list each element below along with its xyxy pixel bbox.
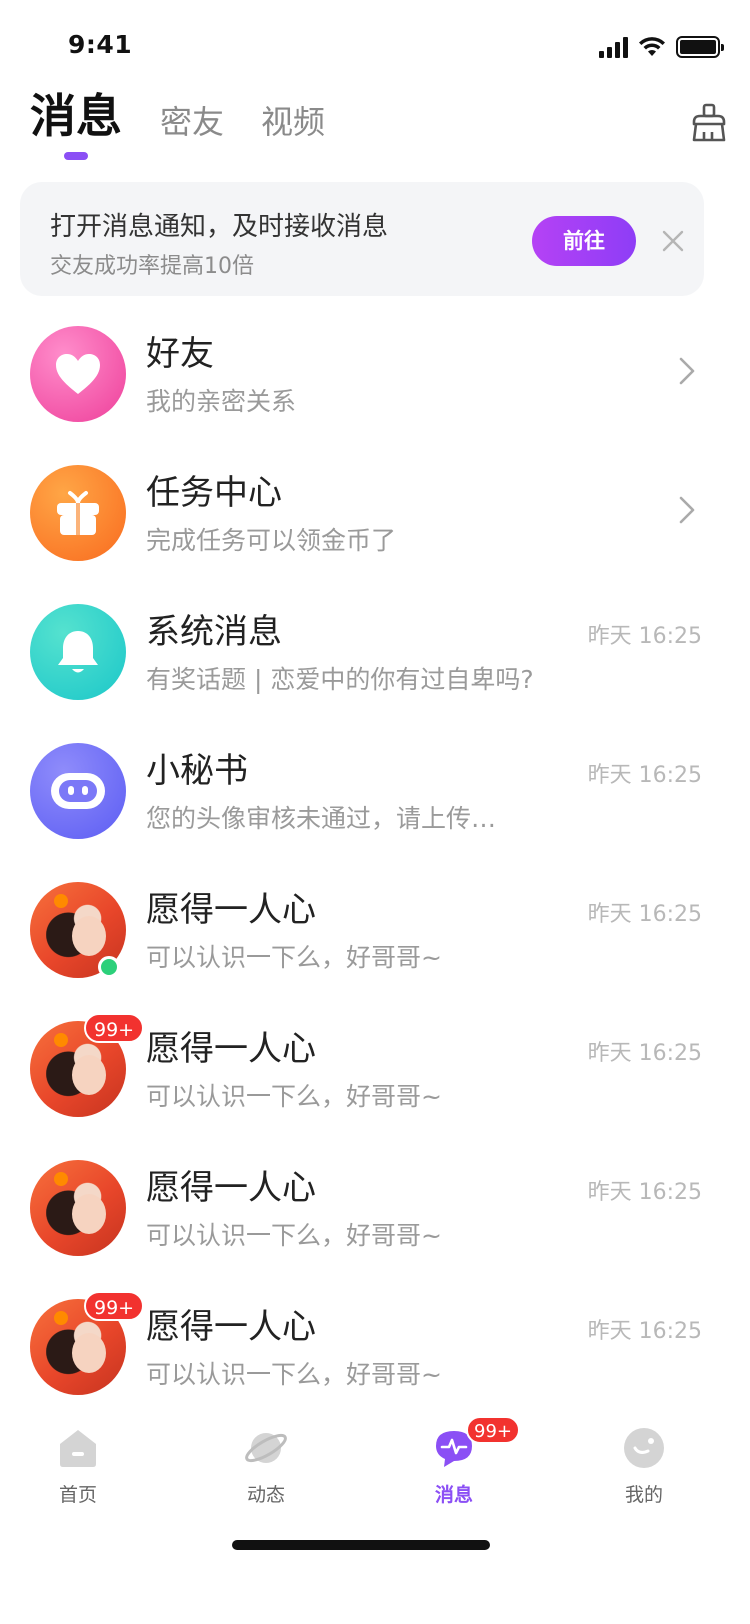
conversation-time: 昨天 16:25 bbox=[587, 1180, 702, 1205]
conversation-time: 昨天 16:25 bbox=[587, 624, 702, 649]
unread-badge: 99+ bbox=[84, 1013, 145, 1043]
conversation-title: 好友 bbox=[146, 334, 214, 374]
top-tabs: 消息 密友 视频 bbox=[30, 89, 730, 172]
chevron-right-icon bbox=[679, 496, 695, 524]
list-item-friends[interactable]: 好友 我的亲密关系 bbox=[0, 304, 750, 443]
status-bar: 9:41 bbox=[0, 0, 750, 88]
user-photo bbox=[30, 1160, 126, 1256]
status-icons bbox=[599, 34, 724, 58]
list-item-secretary[interactable]: 小秘书 您的头像审核未通过，请上传… 昨天 16:25 bbox=[0, 721, 750, 860]
conversation-list: 好友 我的亲密关系 任务中心 完成任务可以领金币了 系统消息 有奖话题 | 恋爱… bbox=[0, 304, 750, 1416]
conversation-title: 任务中心 bbox=[146, 473, 282, 513]
conversation-preview: 可以认识一下么，好哥哥~ bbox=[146, 1221, 442, 1250]
unread-badge: 99+ bbox=[84, 1291, 145, 1321]
conversation-title: 愿得一人心 bbox=[146, 1168, 316, 1208]
home-icon bbox=[60, 1430, 96, 1467]
notice-subtitle: 交友成功率提高10倍 bbox=[50, 254, 254, 279]
chevron-right-icon bbox=[679, 357, 695, 385]
nav-unread-badge: 99+ bbox=[466, 1416, 520, 1444]
conversation-preview: 有奖话题 | 恋爱中的你有过自卑吗? bbox=[146, 665, 534, 694]
avatar bbox=[30, 326, 126, 422]
list-item-user[interactable]: 愿得一人心 可以认识一下么，好哥哥~ 昨天 16:25 bbox=[0, 860, 750, 999]
avatar: 99+ bbox=[30, 1291, 145, 1395]
nav-feed[interactable]: 动态 bbox=[206, 1410, 326, 1520]
list-item-user[interactable]: 愿得一人心 可以认识一下么，好哥哥~ 昨天 16:25 bbox=[0, 1138, 750, 1277]
avatar: 99+ bbox=[30, 1013, 145, 1117]
nav-label: 动态 bbox=[246, 1484, 285, 1506]
avatar bbox=[30, 604, 126, 700]
bell-icon bbox=[58, 631, 98, 673]
close-icon[interactable] bbox=[658, 226, 688, 256]
list-item-user[interactable]: 99+ 愿得一人心 可以认识一下么，好哥哥~ 昨天 16:25 bbox=[0, 1277, 750, 1416]
conversation-title: 愿得一人心 bbox=[146, 890, 316, 930]
home-indicator bbox=[232, 1540, 490, 1550]
conversation-time: 昨天 16:25 bbox=[587, 902, 702, 927]
gift-icon bbox=[57, 491, 99, 535]
notice-title: 打开消息通知，及时接收消息 bbox=[50, 212, 389, 242]
conversation-time: 昨天 16:25 bbox=[587, 1041, 702, 1066]
signal-icon bbox=[599, 36, 628, 58]
profile-icon bbox=[624, 1428, 664, 1468]
avatar bbox=[30, 882, 126, 978]
conversation-title: 愿得一人心 bbox=[146, 1307, 316, 1347]
conversation-title: 系统消息 bbox=[146, 612, 282, 652]
online-status-dot bbox=[98, 956, 120, 978]
nav-label: 首页 bbox=[58, 1484, 97, 1506]
conversation-preview: 您的头像审核未通过，请上传… bbox=[146, 804, 497, 833]
nav-label: 消息 bbox=[434, 1484, 473, 1506]
tab-messages[interactable]: 消息 bbox=[30, 86, 122, 146]
nav-label: 我的 bbox=[624, 1484, 663, 1506]
conversation-preview: 我的亲密关系 bbox=[146, 387, 297, 416]
heart-icon bbox=[56, 354, 100, 394]
conversation-preview: 可以认识一下么，好哥哥~ bbox=[146, 943, 442, 972]
avatar bbox=[30, 743, 126, 839]
clean-brush-icon[interactable] bbox=[688, 102, 730, 144]
avatar bbox=[30, 1160, 126, 1256]
goto-button[interactable]: 前往 bbox=[532, 216, 636, 266]
nav-home[interactable]: 首页 bbox=[18, 1410, 138, 1520]
avatar bbox=[30, 465, 126, 561]
active-tab-indicator bbox=[64, 152, 88, 160]
conversation-title: 愿得一人心 bbox=[146, 1029, 316, 1069]
robot-icon bbox=[51, 773, 105, 809]
conversation-title: 小秘书 bbox=[146, 751, 248, 791]
planet-icon bbox=[245, 1433, 287, 1463]
conversation-preview: 可以认识一下么，好哥哥~ bbox=[146, 1360, 442, 1389]
tab-video[interactable]: 视频 bbox=[261, 92, 325, 152]
list-item-system-messages[interactable]: 系统消息 有奖话题 | 恋爱中的你有过自卑吗? 昨天 16:25 bbox=[0, 582, 750, 721]
conversation-time: 昨天 16:25 bbox=[587, 763, 702, 788]
list-item-user[interactable]: 99+ 愿得一人心 可以认识一下么，好哥哥~ 昨天 16:25 bbox=[0, 999, 750, 1138]
conversation-preview: 可以认识一下么，好哥哥~ bbox=[146, 1082, 442, 1111]
list-item-task-center[interactable]: 任务中心 完成任务可以领金币了 bbox=[0, 443, 750, 582]
notification-banner: 打开消息通知，及时接收消息 交友成功率提高10倍 前往 bbox=[20, 182, 704, 296]
bottom-nav: 首页 动态 99+ 消息 我的 bbox=[0, 1410, 750, 1540]
wifi-icon bbox=[639, 37, 665, 56]
nav-profile[interactable]: 我的 bbox=[584, 1410, 704, 1520]
conversation-time: 昨天 16:25 bbox=[587, 1319, 702, 1344]
conversation-preview: 完成任务可以领金币了 bbox=[146, 526, 397, 555]
status-time: 9:41 bbox=[68, 30, 133, 59]
battery-icon bbox=[676, 36, 724, 58]
nav-messages[interactable]: 99+ 消息 bbox=[394, 1410, 520, 1520]
tab-close-friends[interactable]: 密友 bbox=[160, 92, 224, 152]
